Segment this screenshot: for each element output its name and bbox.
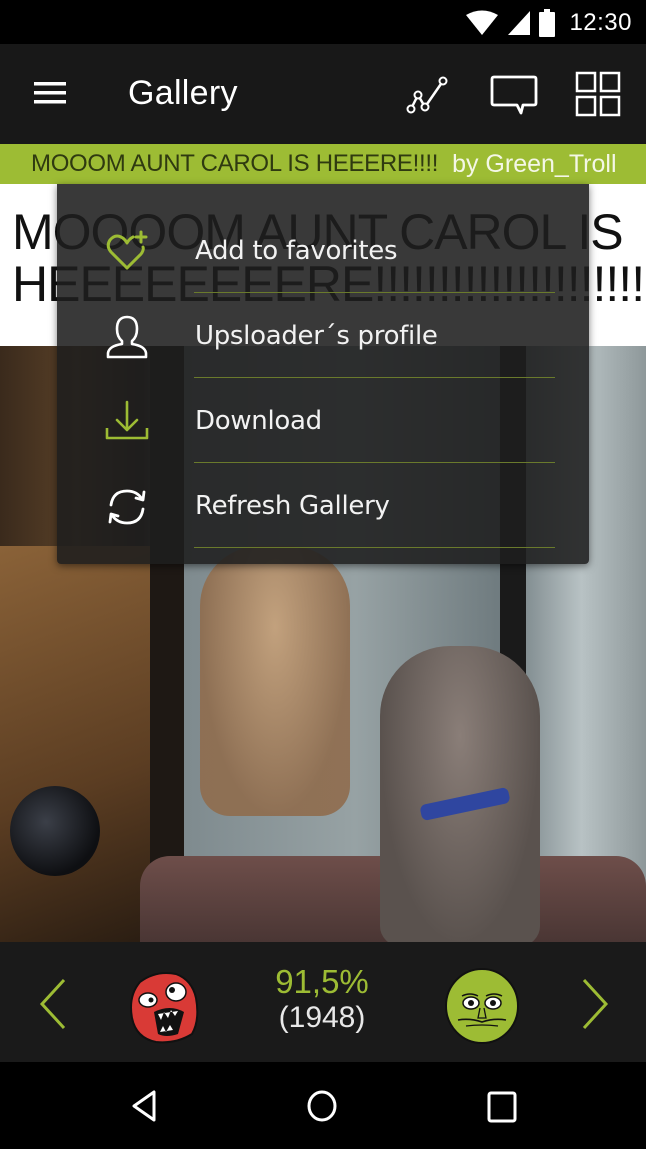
hamburger-menu-button[interactable]	[30, 76, 70, 112]
menu-item-label: Refresh Gallery	[195, 491, 390, 521]
overflow-popup-menu: Add to favorites Upsloader´s profile Dow…	[57, 184, 589, 564]
back-icon	[132, 1090, 156, 1122]
chevron-left-icon	[39, 978, 66, 1030]
menu-item-refresh-gallery[interactable]: Refresh Gallery	[57, 463, 589, 548]
clock: 12:30	[569, 9, 632, 36]
next-post-button[interactable]	[574, 976, 614, 1032]
menu-item-add-to-favorites[interactable]: Add to favorites	[57, 208, 589, 293]
menu-item-label: Download	[195, 406, 322, 436]
menu-item-label: Add to favorites	[195, 236, 398, 266]
status-bar: 12:30	[0, 0, 646, 44]
download-icon	[105, 400, 149, 440]
photo-cat	[380, 646, 540, 942]
menu-divider	[194, 547, 555, 548]
hamburger-menu-icon	[34, 82, 66, 104]
rating-percent: 91,5%	[275, 963, 369, 1000]
menu-item-label: Upsloader´s profile	[195, 321, 438, 351]
comments-button[interactable]	[488, 68, 540, 120]
system-nav-bar	[0, 1062, 646, 1149]
comment-icon	[490, 75, 538, 115]
user-profile-icon	[106, 315, 148, 359]
chevron-right-icon	[582, 978, 609, 1030]
grid-view-button[interactable]	[572, 68, 624, 120]
app-bar: Gallery	[0, 44, 646, 144]
grid-icon	[575, 71, 621, 117]
heart-plus-icon	[106, 230, 148, 270]
recents-icon	[487, 1091, 517, 1123]
line-chart-icon	[406, 76, 448, 114]
battery-icon	[539, 9, 556, 37]
photo-lamp	[10, 786, 100, 876]
stats-button[interactable]	[402, 68, 454, 120]
previous-post-button[interactable]	[34, 976, 74, 1032]
post-title: MOOOM AUNT CAROL IS HEEERE!!!!	[31, 150, 439, 177]
post-author[interactable]: by Green_Troll	[452, 150, 616, 179]
post-title-strip: MOOOM AUNT CAROL IS HEEERE!!!! by Green_…	[0, 144, 646, 184]
wifi-icon	[466, 10, 499, 35]
back-button[interactable]	[122, 1084, 166, 1128]
refresh-icon	[108, 489, 146, 525]
recents-button[interactable]	[480, 1084, 524, 1128]
home-icon	[307, 1090, 337, 1122]
rating-count: (1948)	[278, 1001, 366, 1034]
menu-item-download[interactable]: Download	[57, 378, 589, 463]
page-title: Gallery	[128, 74, 238, 112]
cell-signal-icon	[508, 11, 531, 35]
photo-desk	[0, 546, 150, 942]
downvote-button[interactable]	[126, 968, 202, 1044]
rage-face-icon	[130, 972, 199, 1044]
upvote-button[interactable]	[444, 968, 520, 1044]
rating-score: 91,5% (1948)	[222, 964, 422, 1036]
photo-cougar	[200, 546, 350, 816]
rating-bar: 91,5% (1948)	[0, 942, 646, 1062]
me-gusta-face-icon	[445, 968, 519, 1044]
home-button[interactable]	[300, 1084, 344, 1128]
menu-item-uploader-profile[interactable]: Upsloader´s profile	[57, 293, 589, 378]
